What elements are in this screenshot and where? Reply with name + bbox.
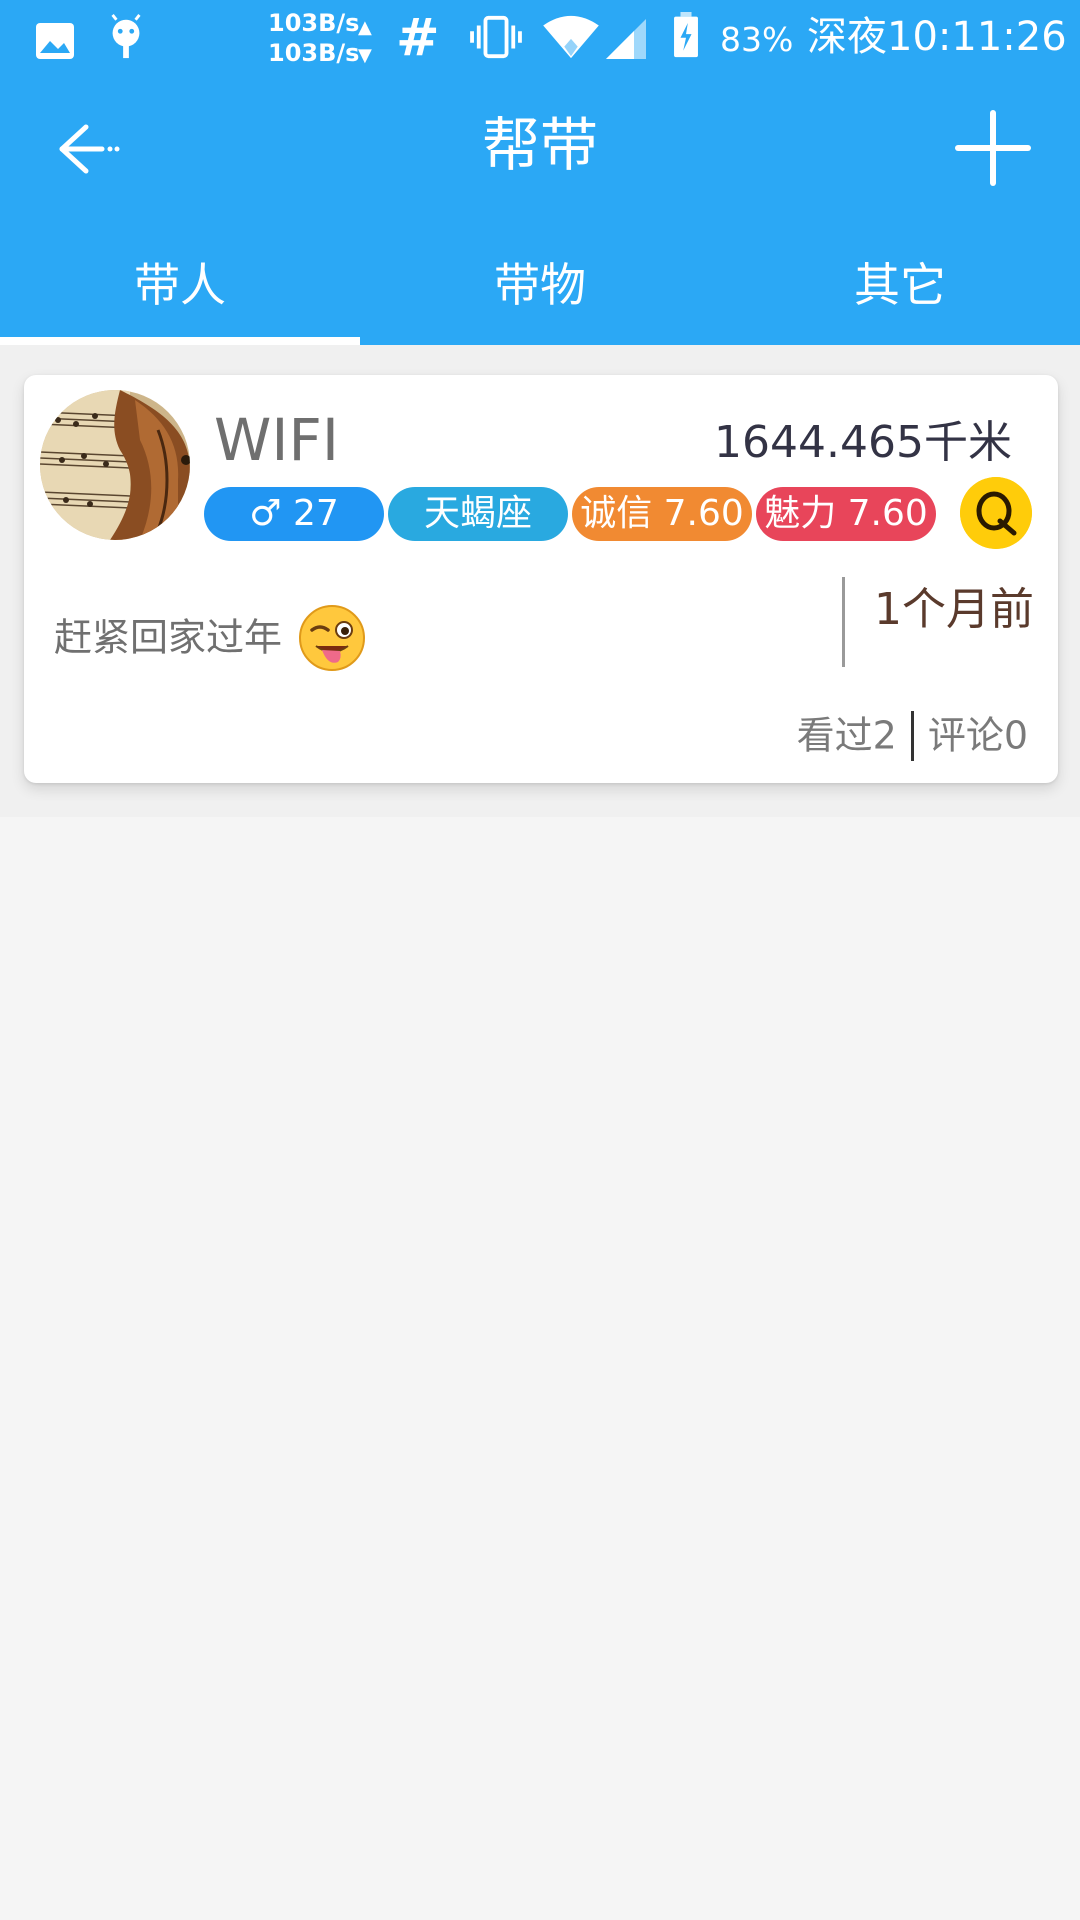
net-up-speed: 103B/s — [268, 9, 360, 37]
charm-badge: 魅力 7.60 — [756, 487, 936, 541]
comment-count[interactable]: 评论0 — [928, 714, 1028, 758]
qq-icon[interactable] — [960, 477, 1032, 549]
hash-icon: # — [396, 8, 440, 68]
signal-icon — [606, 19, 646, 59]
post-card[interactable]: WIFI 1644.465千米 ♂ 27 天蝎座 诚信 7.60 魅力 7.60… — [24, 375, 1058, 783]
distance: 1644.465千米 — [714, 417, 1012, 468]
tab-carry-people[interactable]: 带人 — [0, 225, 360, 345]
view-count: 看过2 — [796, 713, 897, 758]
tab-carry-goods[interactable]: 带物 — [360, 225, 720, 345]
post-text: 赶紧回家过年 — [54, 595, 366, 678]
clock: 深夜10:11:26 — [807, 14, 1067, 60]
image-icon — [36, 23, 74, 59]
post-text-content: 赶紧回家过年 — [54, 615, 283, 660]
gender-age-badge: ♂ 27 — [204, 487, 384, 541]
app-bar: 帮带 带人 带物 其它 — [0, 75, 1080, 345]
plus-icon[interactable] — [950, 105, 1036, 191]
android-icon — [111, 14, 141, 59]
tab-label: 带物 — [494, 258, 586, 312]
net-arrows-icon: ▲ ▼ — [358, 17, 372, 66]
tab-bar: 带人 带物 其它 — [0, 225, 1080, 345]
post-time: 1个月前 — [874, 584, 1034, 635]
stats-divider — [910, 710, 914, 761]
user-name: WIFI — [214, 406, 339, 474]
post-stats: 看过2 评论0 — [797, 705, 1028, 764]
tab-indicator — [0, 337, 360, 345]
tab-other[interactable]: 其它 — [720, 225, 1080, 345]
avatar[interactable] — [40, 390, 190, 540]
page-title: 帮带 — [481, 111, 598, 179]
battery-percent: 83% — [720, 20, 794, 59]
tab-label: 带人 — [134, 258, 226, 312]
battery-charging-icon — [674, 12, 698, 58]
tab-label: 其它 — [854, 258, 946, 312]
network-speed: 103B/s 103B/s — [268, 8, 359, 68]
divider — [842, 577, 845, 667]
wink-tongue-emoji — [299, 604, 366, 671]
credit-badge: 诚信 7.60 — [572, 487, 752, 541]
vibrate-icon — [470, 15, 522, 59]
status-bar: 103B/s 103B/s ▲ ▼ # 83% 深夜10:11:26 — [0, 0, 1080, 75]
wifi-icon — [543, 15, 599, 59]
net-down-speed: 103B/s — [268, 39, 360, 67]
zodiac-badge: 天蝎座 — [388, 487, 568, 541]
